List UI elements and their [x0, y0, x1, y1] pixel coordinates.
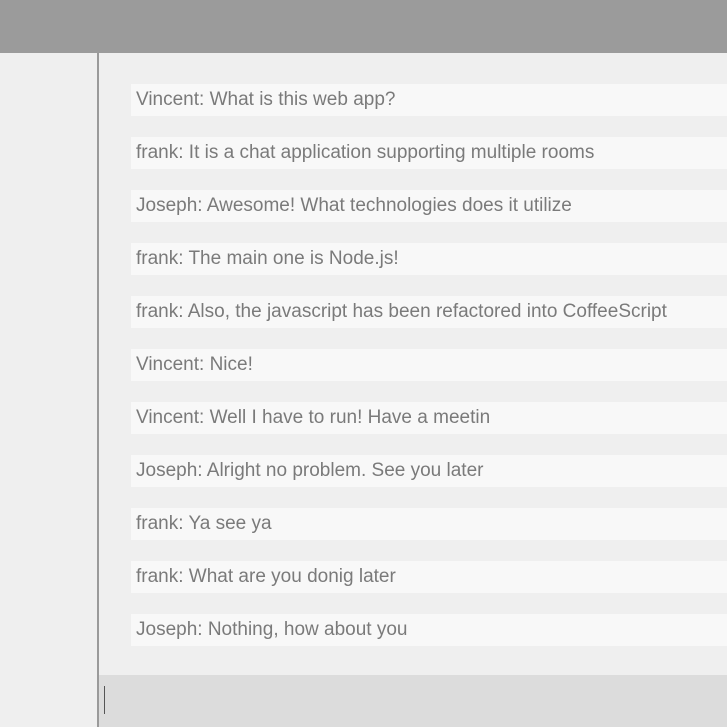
room-sidebar [0, 53, 99, 727]
message-composer [99, 675, 727, 727]
message-item: Vincent: Nice! [131, 349, 727, 381]
message-item: Joseph: Awesome! What technologies does … [131, 190, 727, 222]
chat-app: Vincent: What is this web app? frank: It… [0, 0, 727, 727]
message-item: frank: The main one is Node.js! [131, 243, 727, 275]
message-item: frank: Also, the javascript has been ref… [131, 296, 727, 328]
message-item: Joseph: Alright no problem. See you late… [131, 455, 727, 487]
message-list: Vincent: What is this web app? frank: It… [131, 84, 727, 667]
message-item: Vincent: What is this web app? [131, 84, 727, 116]
message-item: Joseph: Nothing, how about you [131, 614, 727, 646]
message-item: frank: What are you donig later [131, 561, 727, 593]
text-caret [104, 686, 105, 714]
top-bar [0, 0, 727, 53]
message-item: frank: It is a chat application supporti… [131, 137, 727, 169]
message-input[interactable] [103, 684, 723, 716]
message-panel: Vincent: What is this web app? frank: It… [99, 53, 727, 675]
message-item: Vincent: Well I have to run! Have a meet… [131, 402, 727, 434]
message-item: frank: Ya see ya [131, 508, 727, 540]
